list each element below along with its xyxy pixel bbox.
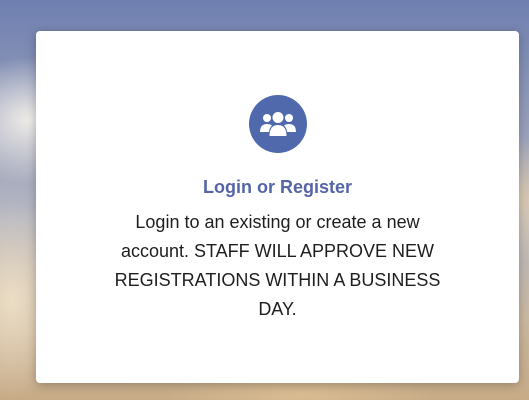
- login-register-card[interactable]: Login or Register Login to an existing o…: [36, 31, 519, 383]
- card-description: Login to an existing or create a new acc…: [114, 212, 441, 319]
- users-icon: [248, 95, 307, 153]
- login-register-title[interactable]: Login or Register: [36, 177, 519, 198]
